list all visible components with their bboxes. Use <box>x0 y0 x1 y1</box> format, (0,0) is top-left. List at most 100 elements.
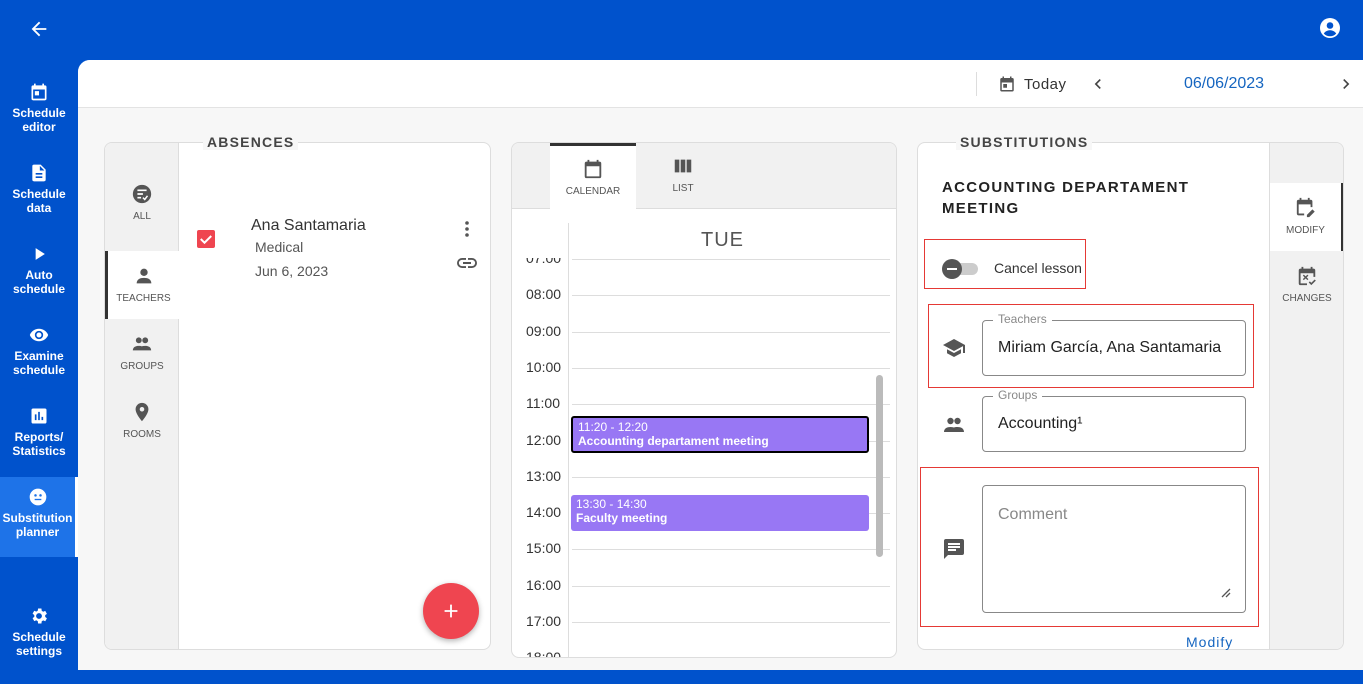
person-icon <box>136 268 151 284</box>
checkmark-icon <box>200 235 212 245</box>
groups-label: Groups <box>993 388 1043 402</box>
sidebar-label: Schedule data <box>12 187 66 215</box>
next-day-button[interactable] <box>1336 74 1356 94</box>
account-circle-icon[interactable] <box>1318 16 1342 40</box>
absence-checkbox[interactable] <box>197 230 215 248</box>
calendar-event[interactable]: 13:30 - 14:30 Faculty meeting <box>571 494 869 532</box>
document-icon <box>32 164 46 182</box>
hour-gridline <box>572 585 890 587</box>
teachers-label: Teachers <box>993 312 1052 326</box>
back-arrow-icon[interactable] <box>26 16 52 42</box>
tab-modify[interactable]: MODIFY <box>1270 183 1343 251</box>
chevron-left-icon <box>1094 79 1101 89</box>
event-title: Faculty meeting <box>576 510 668 525</box>
hour-label: 11:00 <box>526 395 560 412</box>
tab-label: ROOMS <box>123 429 161 440</box>
sidebar-label: Schedule editor <box>12 106 66 134</box>
tab-label: LIST <box>672 183 694 194</box>
play-icon <box>35 248 45 260</box>
previous-day-button[interactable] <box>1088 74 1108 94</box>
hour-label: 16:00 <box>526 576 562 593</box>
absences-title: ABSENCES <box>203 134 299 150</box>
tab-calendar[interactable]: CALENDAR <box>550 143 636 209</box>
hour-label: 18:00 <box>526 649 562 658</box>
calendar-view-tabs: CALENDAR LIST <box>512 143 896 209</box>
hour-gridline <box>572 331 890 333</box>
hour-row: 07:00 <box>526 258 890 266</box>
sidebar-item-schedule-editor[interactable]: Schedule editor <box>0 82 78 160</box>
calendar-event[interactable]: 11:20 - 12:20 Accounting departament meet… <box>571 416 869 453</box>
add-absence-button[interactable] <box>423 583 479 639</box>
sidebar-label: Examine schedule <box>12 349 66 377</box>
today-button[interactable]: Today <box>998 72 1067 96</box>
calendar-edit-icon <box>1296 197 1315 218</box>
teachers-field[interactable]: Teachers Miriam García, Ana Santamaria <box>982 312 1246 376</box>
group-icon <box>132 337 152 351</box>
chart-icon <box>31 408 47 424</box>
hour-label: 17:00 <box>526 613 562 629</box>
calendar-today-icon <box>1000 76 1014 92</box>
tab-list[interactable]: LIST <box>640 143 726 209</box>
tab-all[interactable]: ALL <box>105 183 179 251</box>
hour-row: 16:00 <box>526 577 890 593</box>
calendar-panel: CALENDAR LIST TUE 07:00 08:00 09:00 10:00 11… <box>511 142 897 658</box>
substitution-tabs: MODIFY CHANGES <box>1269 143 1343 649</box>
cancel-lesson-toggle[interactable] <box>942 259 978 279</box>
location-pin-icon <box>135 402 149 422</box>
tab-changes[interactable]: CHANGES <box>1270 265 1343 333</box>
hour-gridline <box>572 549 890 551</box>
calendar-scrollbar[interactable] <box>876 375 883 557</box>
event-time: 13:30 - 14:30 <box>576 496 647 511</box>
school-cap-icon <box>943 339 965 357</box>
substitutions-title: SUBSTITUTIONS <box>956 134 1093 150</box>
tab-label: TEACHERS <box>116 293 171 304</box>
tab-label: ALL <box>133 211 151 222</box>
hour-label: 10:00 <box>526 358 562 375</box>
comment-field[interactable]: Comment <box>982 485 1246 613</box>
tab-teachers[interactable]: TEACHERS <box>105 251 179 319</box>
sidebar-label: Reports/ Statistics <box>12 430 66 458</box>
event-time: 11:20 - 12:20 <box>578 420 648 435</box>
sidebar-label: Auto schedule <box>12 268 66 296</box>
hour-row: 10:00 <box>526 359 890 375</box>
hour-gridline <box>572 622 890 623</box>
comment-icon <box>944 539 964 559</box>
chevron-right-icon <box>1343 79 1350 89</box>
tab-groups[interactable]: GROUPS <box>105 333 179 401</box>
link-icon[interactable] <box>455 251 479 275</box>
groups-field[interactable]: Groups Accounting¹ <box>982 388 1246 452</box>
substitution-icon <box>29 488 46 506</box>
top-bar <box>0 0 1363 60</box>
hour-gridline <box>572 259 890 260</box>
sidebar-item-substitution-planner[interactable]: Substitution planner <box>0 477 78 557</box>
resize-handle-icon[interactable] <box>1219 586 1231 598</box>
tab-rooms[interactable]: ROOMS <box>105 401 179 469</box>
hour-gridline <box>572 404 890 406</box>
sidebar-item-reports-statistics[interactable]: Reports/ Statistics <box>0 406 78 484</box>
event-title: Accounting departament meeting <box>578 434 769 449</box>
hour-row: 15:00 <box>526 540 890 556</box>
hour-row: 13:00 <box>526 468 890 484</box>
tab-label: CHANGES <box>1282 293 1332 304</box>
absence-date: Jun 6, 2023 <box>255 263 329 279</box>
sidebar-item-schedule-settings[interactable]: Schedule settings <box>0 606 78 684</box>
tab-label: MODIFY <box>1286 225 1325 236</box>
substitutions-panel: ACCOUNTING DEPARTAMENT MEETING Cancel le… <box>917 142 1344 650</box>
absences-panel: ALL TEACHERS GROUPS ROOMS Ana Santamaria… <box>104 142 491 650</box>
day-timeline[interactable]: 07:00 08:00 09:00 10:00 11:00 12:00 13:00 14:00… <box>512 258 896 658</box>
hour-row: 17:00 <box>526 613 890 629</box>
plus-icon <box>444 604 458 618</box>
hour-label: 07:00 <box>526 258 562 266</box>
group-icon <box>944 417 964 432</box>
sidebar-item-examine-schedule[interactable]: Examine schedule <box>0 325 78 403</box>
gear-icon <box>32 608 47 624</box>
hour-row: 11:00 <box>526 395 890 411</box>
sidebar-item-auto-schedule[interactable]: Auto schedule <box>0 244 78 322</box>
more-vert-icon[interactable] <box>455 217 479 241</box>
sidebar-item-schedule-data[interactable]: Schedule data <box>0 163 78 241</box>
modify-button[interactable]: Modify <box>1186 634 1233 650</box>
comment-placeholder: Comment <box>998 506 1068 523</box>
selected-date[interactable]: 06/06/2023 <box>1184 75 1264 93</box>
hour-label: 12:00 <box>526 431 562 448</box>
hour-gridline <box>572 476 890 478</box>
